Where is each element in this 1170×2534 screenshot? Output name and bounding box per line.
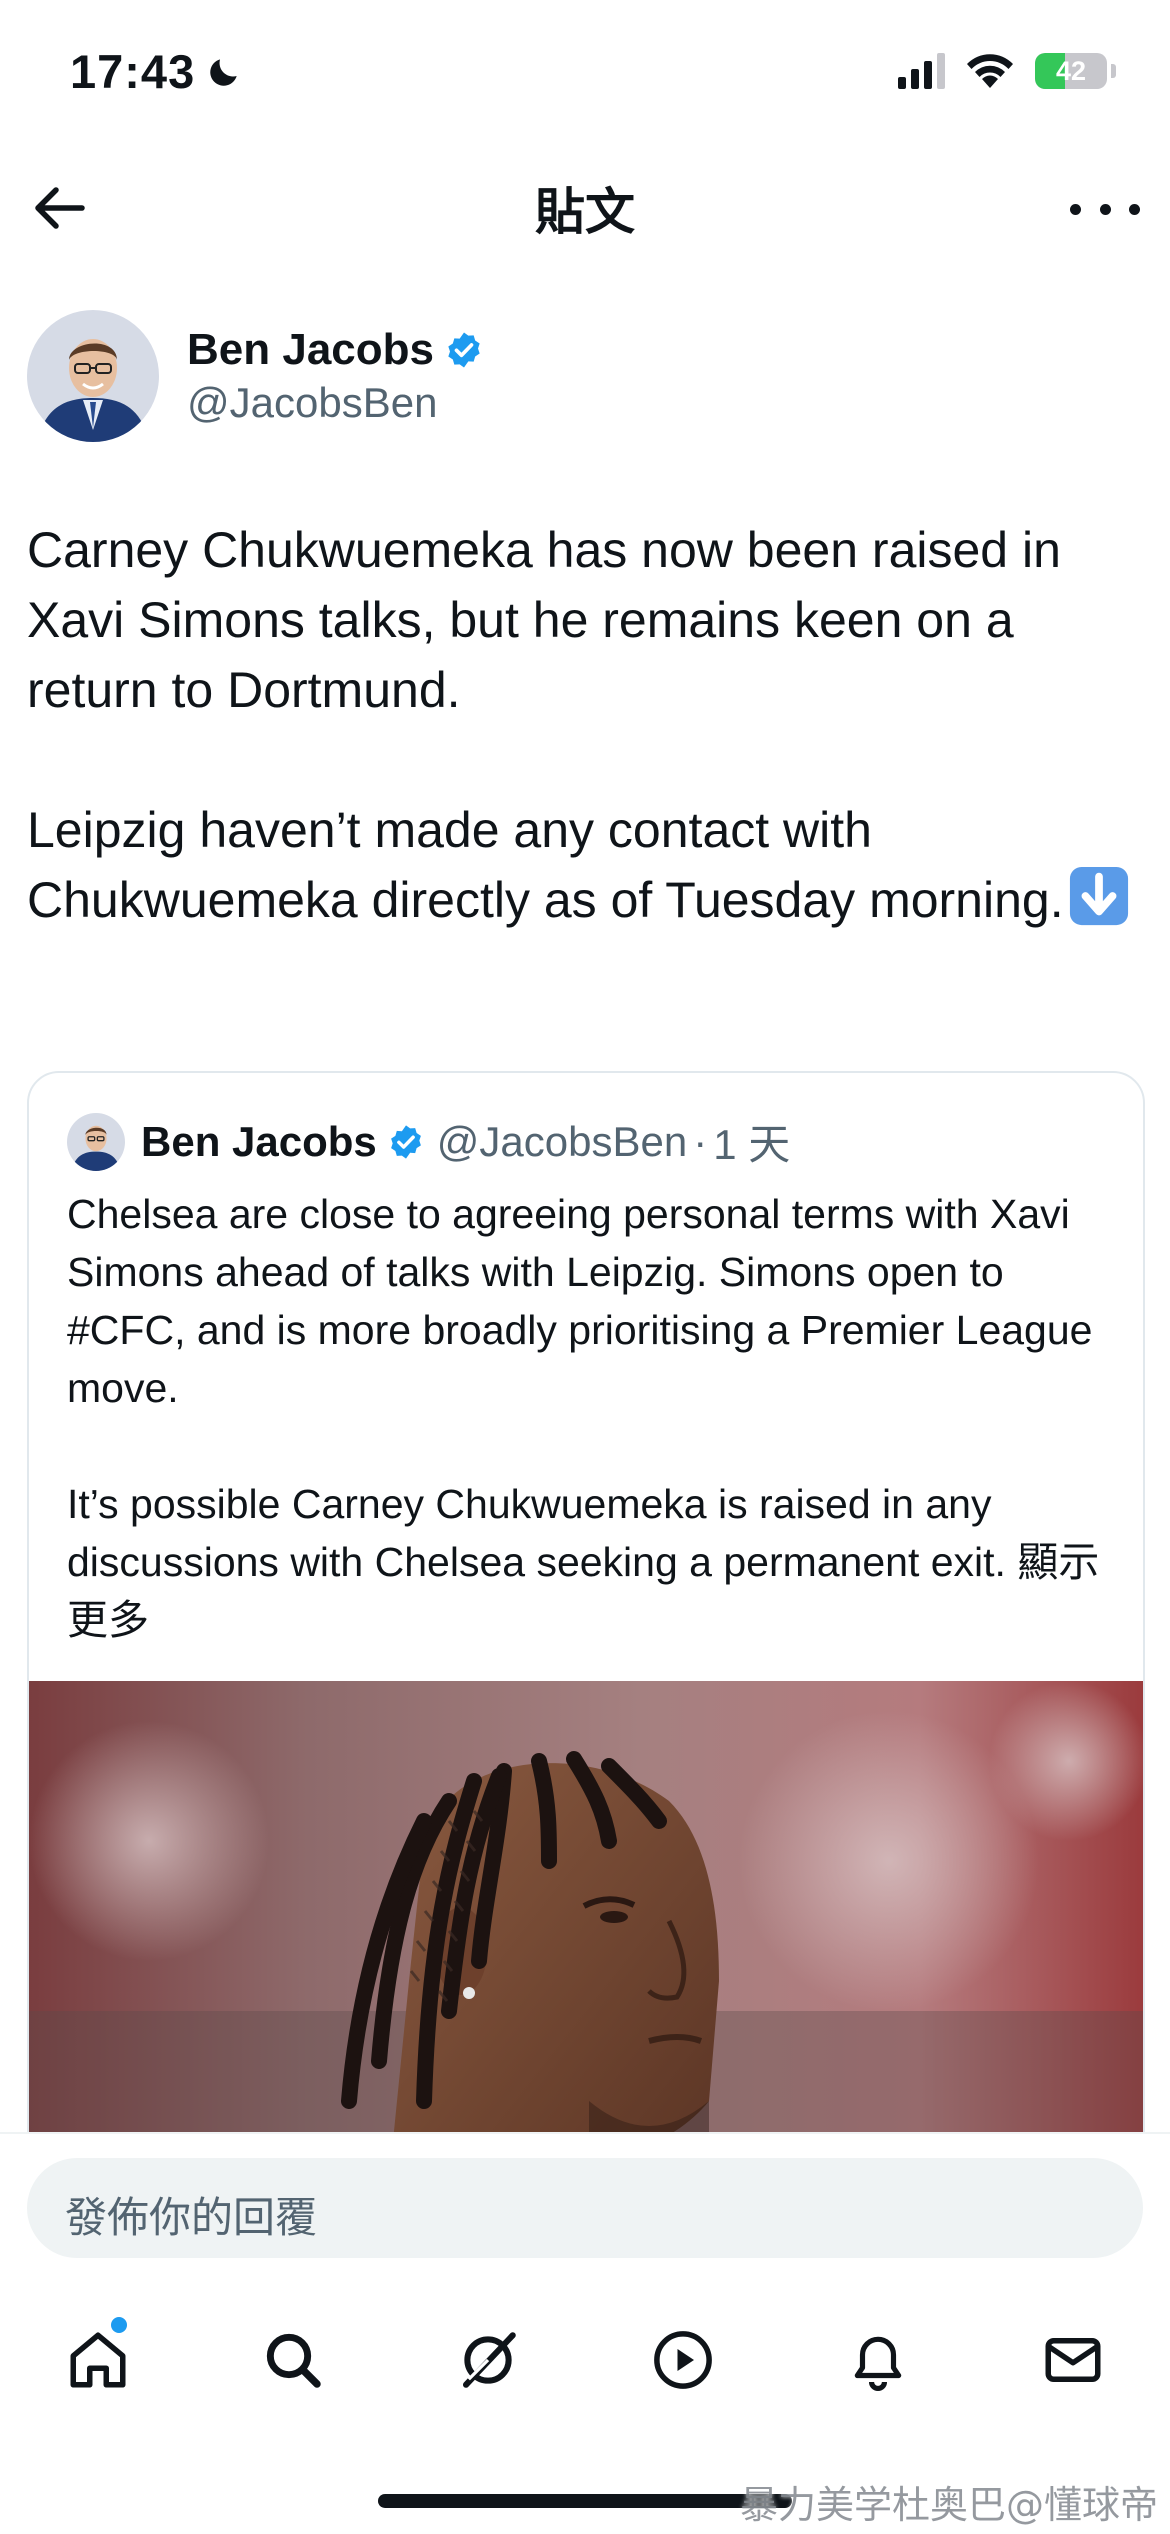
quote-author-handle: @JacobsBen bbox=[436, 1117, 688, 1165]
quoted-post-text: Chelsea are close to agreeing personal t… bbox=[67, 1185, 1117, 1649]
author-name: Ben Jacobs bbox=[187, 325, 434, 374]
reply-placeholder: 發佈你的回覆 bbox=[65, 2193, 318, 2242]
bottom-area: 發佈你的回覆 暴力美学杜奥巴@懂球帝 bbox=[0, 2132, 1170, 2534]
status-time-text: 17:43 bbox=[70, 45, 196, 98]
video-play-icon bbox=[653, 2331, 712, 2389]
search-icon bbox=[266, 2333, 321, 2388]
tab-search[interactable] bbox=[238, 2305, 348, 2415]
tab-bar bbox=[0, 2300, 1170, 2420]
quoted-post[interactable]: Ben Jacobs @JacobsBen · 1 天 Chelsea are … bbox=[27, 1071, 1145, 2175]
arrow-down-emoji-icon bbox=[1069, 866, 1128, 926]
more-dot-icon bbox=[1070, 203, 1081, 215]
more-options-button[interactable] bbox=[1070, 184, 1140, 234]
battery-percent: 42 bbox=[1055, 55, 1087, 86]
more-dot-icon bbox=[1129, 203, 1140, 215]
post-paragraph: Leipzig haven’t made any contact with Ch… bbox=[27, 795, 1137, 935]
post-paragraph: Carney Chukwuemeka has now been raised i… bbox=[27, 522, 1061, 718]
post-text: Carney Chukwuemeka has now been raised i… bbox=[27, 515, 1137, 935]
wifi-icon bbox=[967, 54, 1013, 88]
tab-grok[interactable] bbox=[433, 2305, 543, 2415]
home-icon bbox=[70, 2332, 125, 2388]
quoted-post-image[interactable] bbox=[29, 1681, 1143, 2173]
quote-paragraph: Chelsea are close to agreeing personal t… bbox=[67, 1191, 1093, 1411]
mail-icon bbox=[1045, 2338, 1100, 2382]
notification-dot bbox=[110, 2317, 127, 2333]
verified-badge-icon bbox=[448, 332, 480, 368]
grok-icon bbox=[462, 2332, 516, 2388]
battery-nub bbox=[1111, 64, 1116, 78]
status-bar: 17:43 42 bbox=[0, 0, 1170, 140]
quoted-post-header: Ben Jacobs @JacobsBen · 1 天 bbox=[67, 1111, 790, 1172]
quote-paragraph: It’s possible Carney Chukwuemeka is rais… bbox=[67, 1475, 1117, 1649]
avatar[interactable] bbox=[27, 310, 159, 442]
quote-avatar bbox=[67, 1112, 125, 1171]
cellular-signal-icon bbox=[898, 53, 945, 89]
tab-video[interactable] bbox=[628, 2305, 738, 2415]
verified-badge-icon bbox=[390, 1124, 421, 1159]
status-indicators: 42 bbox=[898, 52, 1116, 90]
home-indicator bbox=[378, 2494, 792, 2508]
status-time: 17:43 bbox=[70, 44, 243, 99]
tab-messages[interactable] bbox=[1018, 2305, 1128, 2415]
more-dot-icon bbox=[1099, 203, 1111, 215]
author-handle[interactable]: @JacobsBen bbox=[187, 379, 484, 427]
watermark: 暴力美学杜奥巴@懂球帝 bbox=[739, 2483, 1158, 2527]
moon-icon bbox=[210, 58, 237, 86]
page-title: 貼文 bbox=[535, 183, 635, 241]
bell-icon bbox=[854, 2336, 901, 2391]
quote-author-name: Ben Jacobs bbox=[141, 1117, 377, 1165]
author-text: Ben Jacobs @JacobsBen bbox=[187, 325, 484, 427]
nav-header: 貼文 bbox=[0, 150, 1170, 260]
quote-timestamp: 1 天 bbox=[713, 1121, 791, 1168]
tab-home[interactable] bbox=[43, 2305, 153, 2415]
post-paragraph-text: Leipzig haven’t made any contact with Ch… bbox=[27, 802, 1064, 928]
tab-notifications[interactable] bbox=[823, 2305, 933, 2415]
quote-separator: · bbox=[693, 1117, 708, 1165]
battery-indicator: 42 bbox=[1035, 53, 1107, 89]
quote-paragraph-text: It’s possible Carney Chukwuemeka is rais… bbox=[67, 1481, 1006, 1585]
author-name-row[interactable]: Ben Jacobs bbox=[187, 325, 484, 375]
post-author[interactable]: Ben Jacobs @JacobsBen bbox=[27, 310, 484, 442]
reply-input[interactable]: 發佈你的回覆 bbox=[27, 2158, 1143, 2258]
